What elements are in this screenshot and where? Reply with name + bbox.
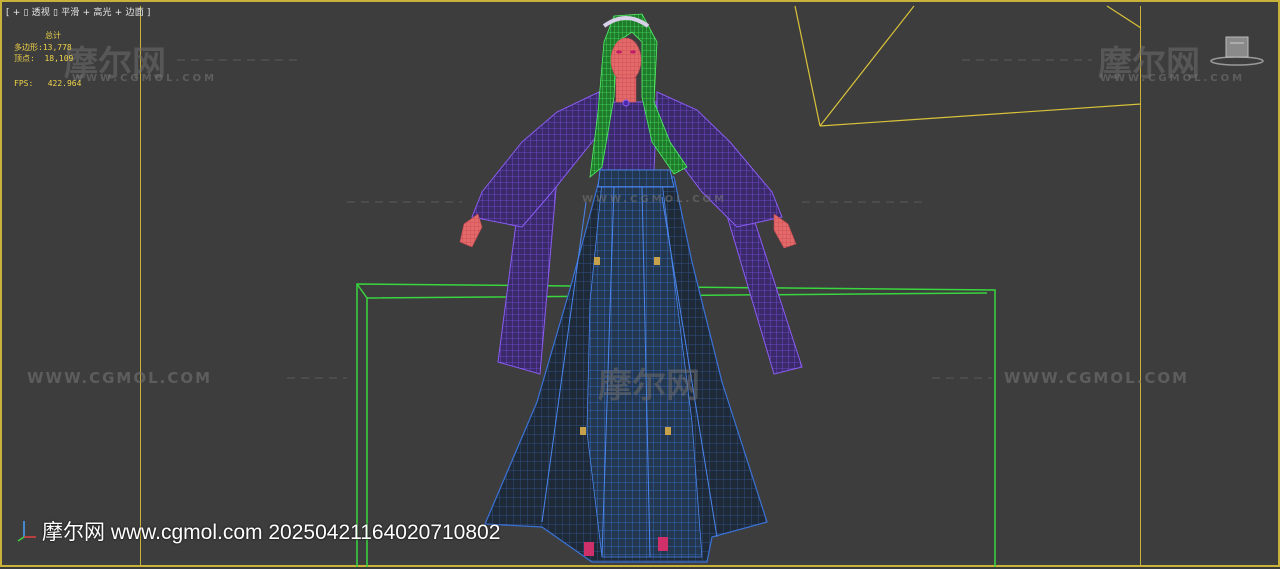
stats-fps-row: FPS: 422.964 [14, 78, 81, 90]
vertices-label: 顶点: [14, 54, 35, 63]
neck [615, 77, 637, 103]
face [610, 37, 642, 83]
menu-view-icon: ▯ [23, 8, 29, 18]
menu-bracket-close: ] [146, 8, 151, 18]
menu-shading-icon: ▯ [53, 8, 59, 18]
watermark-url-small: WWW.CGMOL.COM [1100, 73, 1246, 84]
viewcube-icon[interactable] [1209, 34, 1265, 72]
left-upper-sleeve [471, 91, 601, 228]
scene-canvas[interactable] [2, 2, 1280, 569]
menu-smooth[interactable]: 平滑 [61, 8, 79, 18]
watermark-logo: 摩尔网 [598, 366, 700, 406]
character-model [459, 13, 803, 563]
menu-plus[interactable]: + [13, 8, 21, 18]
fps-label: FPS: [14, 78, 34, 88]
viewport-label-menu[interactable]: [+ ▯ 透视 ▯ 平滑 + 高光 + 边面] [6, 5, 154, 18]
axis-gizmo-icon [16, 517, 38, 547]
footer-watermark: 摩尔网 www.cgmol.com 20250421164020710802 [42, 521, 501, 544]
fps-value: 422.964 [47, 78, 82, 88]
watermark-url: WWW.CGMOL.COM [27, 369, 213, 387]
watermark-url-small: WWW.CGMOL.COM [582, 194, 728, 205]
statistics-overlay: 总计 多边形:13,778 顶点: 18,109 FPS: 422.964 [14, 30, 81, 89]
right-hand [773, 213, 797, 249]
menu-edged-faces[interactable]: 边面 [126, 8, 144, 18]
menu-highlights[interactable]: 高光 [93, 8, 111, 18]
waist-band [597, 169, 675, 188]
menu-perspective[interactable]: 透视 [32, 8, 50, 18]
polygons-value: 13,778 [42, 42, 72, 52]
camera-lines [794, 5, 1142, 127]
stats-header: 总计 [45, 31, 61, 40]
polygons-label: 多边形: [14, 42, 43, 52]
watermark-url-small: WWW.CGMOL.COM [72, 73, 218, 84]
viewport-perspective[interactable]: 摩尔网 WWW.CGMOL.COM 摩尔网 WWW.CGMOL.COM WWW.… [0, 0, 1280, 567]
menu-bracket-open: [ [6, 8, 10, 18]
stats-polygons-row: 多边形:13,778 [14, 42, 81, 54]
vertices-value: 18,109 [44, 54, 74, 63]
menu-separator: + [114, 8, 123, 18]
stats-vertices-row: 顶点: 18,109 [14, 53, 81, 65]
watermark-url: WWW.CGMOL.COM [1004, 369, 1190, 387]
menu-separator: + [82, 8, 91, 18]
left-hand [459, 213, 483, 248]
